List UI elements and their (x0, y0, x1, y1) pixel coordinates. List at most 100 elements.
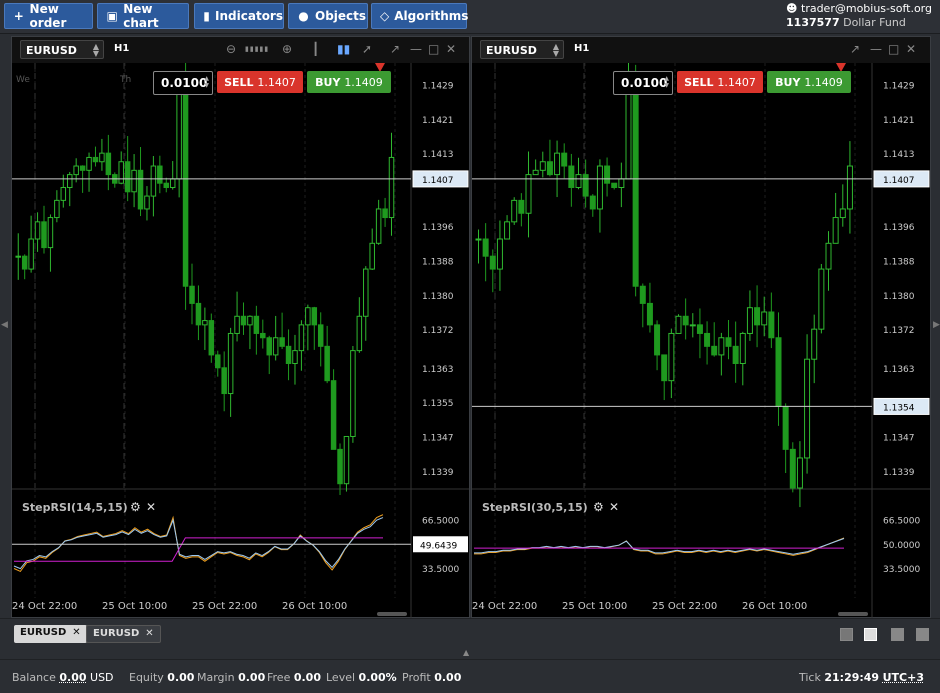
sell-button[interactable]: SELL 1.1407 (677, 71, 763, 93)
minimize-icon[interactable]: — (870, 42, 882, 56)
candle (568, 165, 575, 188)
popout-icon[interactable]: ↗ (850, 42, 860, 56)
balance-value[interactable]: 0.00 (59, 671, 86, 684)
buy-button[interactable]: BUY 1.1409 (307, 71, 391, 93)
chart-tab[interactable]: EURUSD ✕ (14, 625, 87, 643)
algorithms-label: Algorithms (394, 9, 469, 23)
candle (317, 324, 324, 347)
diamond-icon: ◇ (380, 9, 390, 23)
zoom-in-icon[interactable]: ⊕ (282, 42, 292, 56)
price-tick-label: 1.1380 (883, 292, 915, 302)
right-collapse-icon[interactable]: ▶ (933, 320, 940, 340)
chart-header: EURUSD ▲ ▼ H1 ⊖ ▮▮▮▮▮ ⊕ ┃ ▮▮ ➚ ↗ — □ ✕ (12, 37, 469, 63)
tab-label: EURUSD (20, 627, 67, 638)
candle (272, 337, 279, 356)
candle (343, 435, 350, 485)
timeframe-label[interactable]: H1 (574, 43, 589, 54)
objects-button[interactable]: ● Objects (288, 3, 368, 29)
symbol-select[interactable]: EURUSD ▲ ▼ (480, 40, 564, 59)
line-chart-icon[interactable]: ➚ (362, 42, 372, 56)
sell-button[interactable]: SELL 1.1407 (217, 71, 303, 93)
new-chart-button[interactable]: ▣ New chart (97, 2, 189, 30)
account-info[interactable]: ☻ trader@mobius-soft.org 1137577 Dollar … (786, 2, 932, 30)
popout-icon[interactable]: ↗ (390, 42, 400, 56)
candle (661, 354, 668, 382)
close-icon: ✕ (146, 500, 156, 514)
layout-grid-icon[interactable] (864, 628, 877, 641)
chart-window-1[interactable]: EURUSD ▲ ▼ H1 ⊖ ▮▮▮▮▮ ⊕ ┃ ▮▮ ➚ ↗ — □ ✕ We T… (11, 36, 470, 618)
minimize-icon[interactable]: — (410, 42, 422, 56)
candle (350, 350, 356, 437)
close-icon[interactable]: ✕ (72, 627, 80, 638)
candle (546, 161, 553, 176)
indicator-tick-label: 33.5000 (883, 565, 920, 575)
close-icon[interactable]: ✕ (446, 42, 456, 56)
clock-item: Tick 21:29:49 UTC+3 (799, 671, 924, 684)
candle (356, 315, 363, 352)
plus-icon: + (13, 9, 24, 23)
objects-label: Objects (315, 9, 367, 23)
candle (137, 169, 144, 210)
chart-tab[interactable]: EURUSD ✕ (86, 625, 161, 643)
algorithms-button[interactable]: ◇ Algorithms (371, 3, 469, 29)
left-collapse-icon[interactable]: ◀ (1, 320, 8, 340)
candle (775, 337, 782, 407)
profit-label: Profit (402, 671, 431, 684)
profit-item: Profit 0.00 (402, 671, 461, 684)
chart-canvas-1[interactable]: We Th 1.1429 1.1421 1.1413 1.1396 1.1388 1.1380… (12, 63, 469, 618)
zoom-out-icon[interactable]: ⊖ (226, 42, 236, 56)
close-icon[interactable]: ✕ (145, 628, 153, 639)
candle (711, 345, 718, 356)
lot-input[interactable]: 0.0100 ▲ ▼ (153, 71, 213, 95)
timezone-select[interactable]: UTC+3 (883, 671, 924, 684)
price-marker-label: 1.1354 (883, 403, 915, 413)
close-icon[interactable]: ✕ (906, 42, 916, 56)
layout-vertical-icon[interactable] (891, 628, 904, 641)
new-order-button[interactable]: + New order (4, 2, 93, 30)
candle (34, 221, 41, 240)
candle-chart-icon[interactable]: ▮▮ (337, 42, 350, 56)
maximize-icon[interactable]: □ (888, 42, 899, 56)
zoom-bar-icon: ▮▮▮▮▮ (245, 45, 270, 53)
layout-single-icon[interactable] (840, 628, 853, 641)
objects-icon: ● (298, 9, 309, 23)
panel-divider[interactable]: ▲ (0, 648, 940, 659)
candle (363, 268, 369, 317)
symbol-label: EURUSD (486, 44, 537, 57)
layout-horizontal-icon[interactable] (916, 628, 929, 641)
candle (582, 174, 589, 197)
candle (761, 311, 768, 326)
price-tick-label: 1.1421 (422, 116, 454, 126)
tab-label: EURUSD (93, 628, 140, 639)
candle (182, 79, 189, 287)
indicator-marker-label: 49.6439 (420, 541, 457, 551)
candle (369, 242, 375, 270)
candle (789, 448, 796, 489)
chevron-up-icon[interactable]: ▲ (463, 648, 469, 657)
rsi-slow-line (474, 538, 845, 555)
candle (846, 165, 853, 210)
candle (144, 195, 150, 210)
buy-price: 1.1409 (804, 75, 843, 89)
candle (596, 165, 603, 210)
candle (66, 174, 73, 188)
price-tick-label: 1.1347 (883, 433, 915, 443)
chart-canvas-2[interactable]: 1.1429 1.1421 1.1413 1.1396 1.1388 1.1380 1.13… (472, 63, 930, 618)
candle (221, 367, 227, 395)
free-label: Free (267, 671, 291, 684)
trade-panel: 0.0100 ▲ ▼ SELL 1.1407 BUY 1.1409 (153, 71, 391, 95)
symbol-select[interactable]: EURUSD ▲ ▼ (20, 40, 104, 59)
buy-button[interactable]: BUY 1.1409 (767, 71, 851, 93)
time-tick-label: 25 Oct 10:00 (102, 601, 167, 612)
bar-chart-icon[interactable]: ┃ (312, 42, 319, 56)
timeframe-label[interactable]: H1 (114, 43, 129, 54)
candle (696, 324, 703, 334)
lot-value: 0.0100 (161, 76, 208, 90)
indicators-button[interactable]: ▮ Indicators (194, 3, 284, 29)
level-item: Level 0.00% (326, 671, 397, 684)
candle (646, 302, 653, 326)
lot-input[interactable]: 0.0100 ▲ ▼ (613, 71, 673, 95)
chart-window-2[interactable]: EURUSD ▲ ▼ H1 ↗ — □ ✕ 1.1429 1.1421 1.1413 1.… (471, 36, 931, 618)
buy-label: BUY (775, 75, 801, 89)
maximize-icon[interactable]: □ (428, 42, 439, 56)
